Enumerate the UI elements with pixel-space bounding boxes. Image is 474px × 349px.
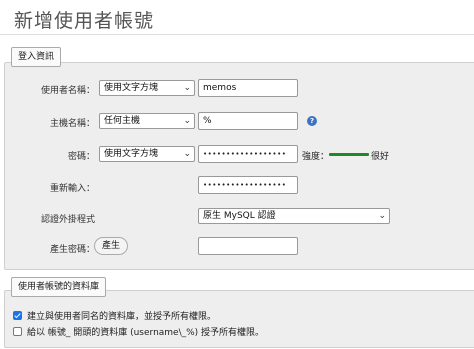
user-database-fieldset: 使用者帳號的資料庫 建立與使用者同名的資料庫，並授予所有權限。 給以 帳號_ 開… — [4, 277, 474, 348]
host-label: 主機名稱： — [49, 119, 95, 129]
chevron-down-icon: ⌄ — [183, 83, 191, 93]
help-icon[interactable]: ? — [307, 116, 317, 126]
retype-input[interactable]: •••••••••••••••••• — [198, 176, 298, 194]
auth-plugin-value: 原生 MySQL 認證 — [203, 211, 276, 221]
login-info-fieldset: 登入資訊 使用者名稱： 使用文字方塊 ⌄ memos 主機名稱： 任何主機 ⌄ … — [4, 47, 474, 270]
host-type-select[interactable]: 任何主機 ⌄ — [99, 113, 195, 129]
chevron-down-icon: ⌄ — [183, 116, 191, 126]
username-input[interactable]: memos — [198, 79, 298, 97]
password-input[interactable]: •••••••••••••••••• — [198, 145, 298, 163]
username-type-select[interactable]: 使用文字方塊 ⌄ — [99, 80, 195, 96]
strength-label: 強度： — [302, 152, 330, 162]
host-input[interactable]: % — [198, 112, 298, 130]
user-database-legend: 使用者帳號的資料庫 — [11, 277, 107, 297]
wildcard-db-checkbox[interactable] — [13, 327, 22, 336]
create-db-checkbox[interactable] — [13, 311, 22, 320]
chevron-down-icon: ⌄ — [378, 211, 386, 221]
generate-button[interactable]: 產生 — [94, 237, 128, 255]
retype-label: 重新輸入： — [49, 184, 95, 194]
generated-password-input[interactable] — [198, 237, 298, 255]
auth-plugin-select[interactable]: 原生 MySQL 認證 ⌄ — [198, 208, 390, 224]
strength-meter — [329, 153, 369, 156]
generate-password-label: 產生密碼： — [49, 245, 95, 255]
chevron-down-icon: ⌄ — [183, 149, 191, 159]
password-type-value: 使用文字方塊 — [104, 149, 159, 159]
wildcard-db-label[interactable]: 給以 帳號_ 開頭的資料庫 (username\_%) 授予所有權限。 — [27, 325, 264, 338]
auth-plugin-label: 認證外掛程式 — [40, 215, 95, 225]
create-db-label[interactable]: 建立與使用者同名的資料庫，並授予所有權限。 — [27, 309, 216, 322]
password-label: 密碼： — [67, 152, 95, 162]
username-label: 使用者名稱： — [40, 86, 95, 96]
login-info-legend: 登入資訊 — [11, 47, 62, 67]
page-title: 新增使用者帳號 — [14, 10, 155, 32]
title-divider — [0, 34, 474, 35]
strength-value: 很好 — [371, 152, 390, 162]
host-type-value: 任何主機 — [104, 116, 141, 126]
username-type-value: 使用文字方塊 — [104, 83, 159, 93]
password-type-select[interactable]: 使用文字方塊 ⌄ — [99, 146, 195, 162]
